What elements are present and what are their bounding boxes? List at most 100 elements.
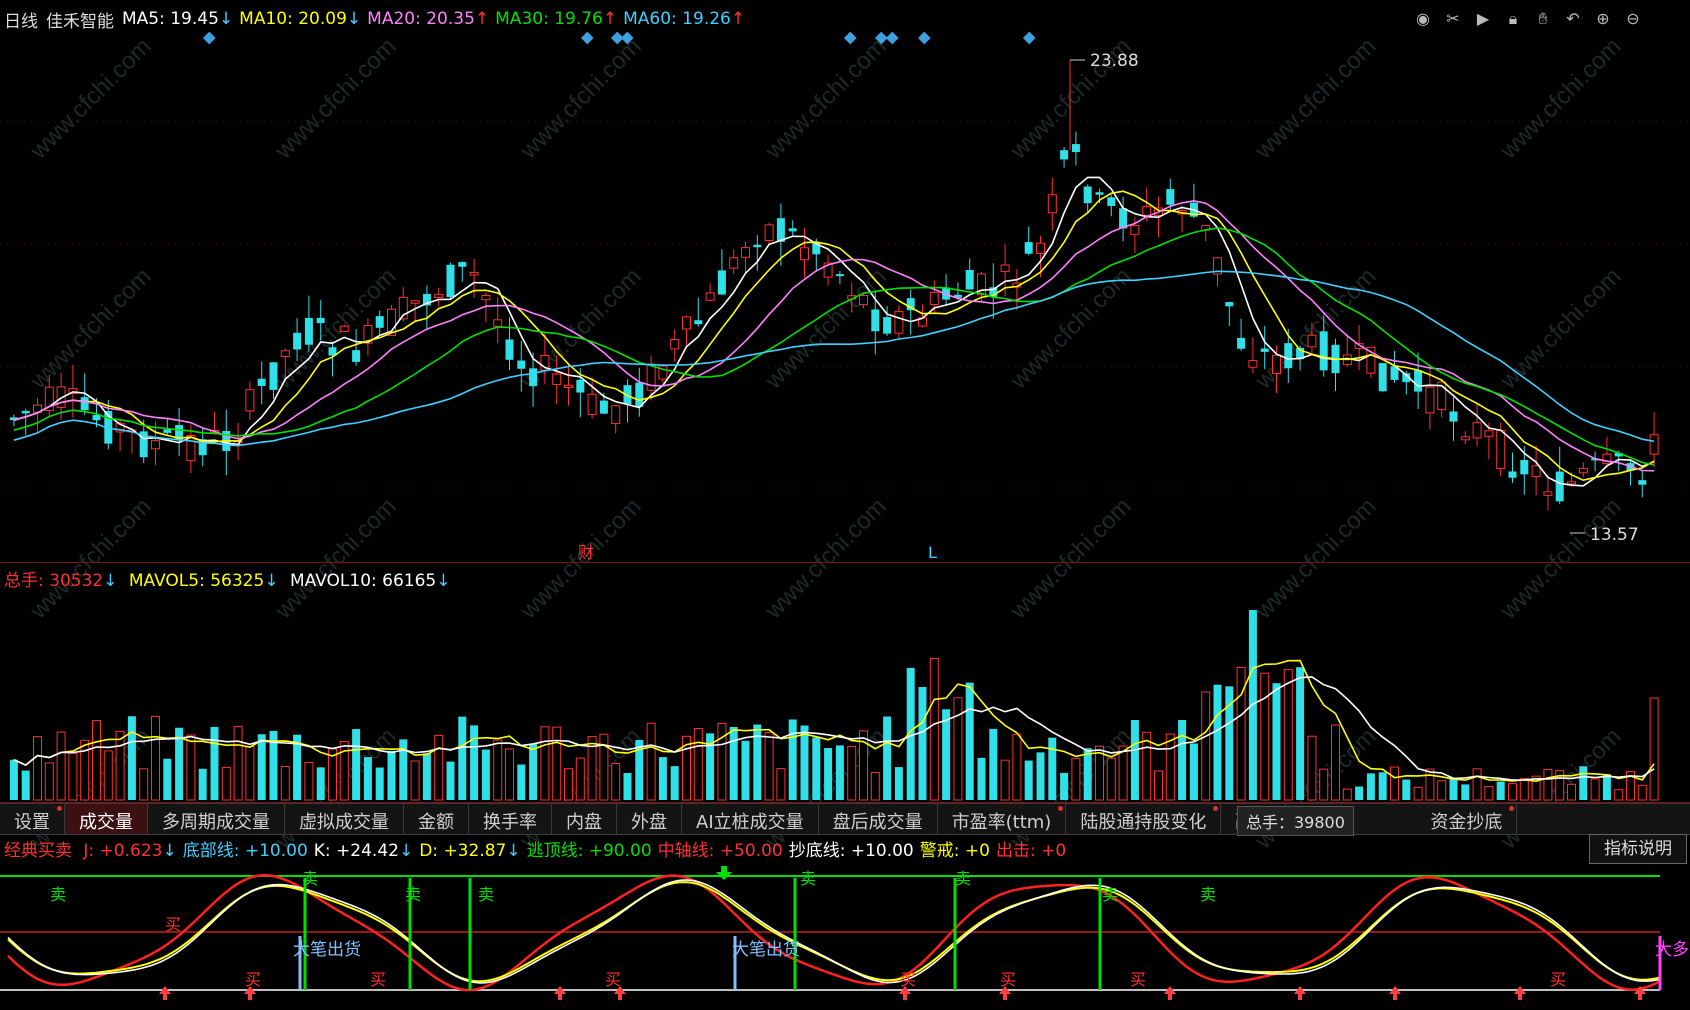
candle-body (1649, 434, 1659, 455)
tab-7[interactable]: 外盘 (617, 804, 682, 834)
indicator-value: 底部线: +10.00 (182, 841, 308, 861)
volume-bar (1283, 669, 1293, 801)
volume-bar (1519, 777, 1529, 801)
sell-label: 卖 (478, 885, 494, 904)
candle-body (80, 397, 89, 411)
volume-bar (623, 773, 632, 800)
indicator-value: 出击: +0 (995, 841, 1067, 861)
volume-bar (1579, 766, 1588, 800)
candle-body (1578, 467, 1588, 474)
indicator-value: 警戒: +0 (919, 841, 990, 861)
candle-body (151, 440, 160, 450)
buy-label: 买 (1130, 970, 1146, 989)
watermark-text: www.cfchi.com (24, 33, 156, 165)
sell-label: 卖 (50, 885, 66, 904)
volume-bar (977, 757, 986, 800)
candle-body (469, 271, 479, 276)
buy-label: 买 (245, 970, 261, 989)
tab-4[interactable]: 金额 (404, 804, 469, 834)
candle-body (753, 244, 762, 248)
watermark-text: www.cfchi.com (1494, 493, 1626, 625)
tab-label: 金额 (418, 812, 454, 833)
buy-arrow-icon (1389, 986, 1401, 1000)
volume-bar (280, 766, 290, 801)
watermark-text: www.cfchi.com (1249, 493, 1381, 625)
volume-bar (1165, 733, 1175, 801)
tab-8[interactable]: AI立桩成交量 (682, 804, 819, 834)
volume-bar (470, 725, 479, 800)
mavol10-label: MAVOL10: (289, 571, 377, 591)
tab-9[interactable]: 盘后成交量 (819, 804, 938, 834)
candle-body (434, 293, 444, 298)
volume-bar (316, 767, 325, 800)
total-label: 总手: (4, 571, 44, 591)
volume-bar (1319, 768, 1329, 801)
candle-body (446, 264, 455, 297)
volume-bar (776, 768, 786, 801)
candle-body (517, 360, 526, 369)
volume-bar (800, 725, 809, 800)
candle-body (1272, 354, 1281, 374)
candle-body (929, 291, 939, 306)
volume-bar (139, 768, 149, 801)
volume-bar (894, 767, 903, 800)
mavol5-value: 56325 (210, 571, 265, 591)
tab-alert-dot (1509, 806, 1515, 811)
tab-3[interactable]: 虚拟成交量 (285, 804, 404, 834)
tab-6[interactable]: 内盘 (552, 804, 617, 834)
indicator-value: J: +0.623↓ (83, 841, 177, 861)
tab-1[interactable]: 成交量 (65, 804, 148, 834)
indicator-name[interactable]: 经典买卖 (4, 841, 72, 861)
divider-price-volume (0, 562, 1690, 563)
volume-bar (729, 726, 738, 800)
volume-bar (434, 734, 444, 801)
candle-body (1414, 370, 1423, 392)
volume-bar (1413, 786, 1423, 801)
volume-bar (517, 764, 526, 800)
tab-10[interactable]: 市盈率(ttm) (938, 804, 1067, 834)
indicator-value: 中轴线: +50.00 (657, 841, 783, 861)
watermark-text: www.cfchi.com (759, 33, 891, 165)
volume-bar (764, 732, 774, 801)
indicator-value: 抄底线: +10.00 (788, 841, 914, 861)
candle-body (1107, 197, 1116, 206)
volume-bar (1437, 780, 1447, 801)
volume-bar (965, 682, 974, 800)
candle-body (599, 400, 608, 414)
finance-marker: 财 (578, 543, 594, 562)
volume-bar (210, 726, 219, 800)
volume-bar (1296, 667, 1305, 800)
tab-2[interactable]: 多周期成交量 (148, 804, 285, 834)
candle-body (635, 382, 644, 407)
indicator-help-button[interactable]: 指标说明 (1589, 834, 1687, 864)
volume-bar (1272, 683, 1281, 800)
watermark-text: www.cfchi.com (269, 33, 401, 165)
watermark-text: www.cfchi.com (1494, 263, 1626, 395)
tab-label: 多周期成交量 (162, 812, 270, 833)
volume-bar (1260, 672, 1270, 801)
candle-body (1260, 348, 1269, 352)
tab-11[interactable]: 陆股通持股变化 (1066, 804, 1222, 834)
volume-bar (387, 750, 396, 800)
volume-bar (918, 687, 927, 800)
volume-bar (942, 709, 951, 800)
candle-body (835, 274, 844, 277)
volume-bar (693, 728, 703, 801)
candle-body (1378, 363, 1387, 392)
tab-14[interactable]: 资金抄底 (1416, 804, 1518, 834)
tab-label: 市盈率(ttm) (951, 812, 1052, 833)
tab-label: 内盘 (566, 812, 602, 833)
candle-body (245, 389, 255, 412)
candle-body (1496, 430, 1506, 469)
tab-5[interactable]: 换手率 (469, 804, 552, 834)
tab-0[interactable]: 设置 (0, 804, 65, 834)
volume-bar (245, 745, 255, 801)
candle-body (764, 224, 774, 242)
candle-body (1567, 481, 1576, 485)
volume-bar (352, 729, 361, 800)
volume-bar (835, 745, 844, 800)
candle-body (705, 292, 715, 301)
sell-label: 卖 (800, 869, 816, 888)
candle-body (1555, 471, 1564, 502)
volume-header: 总手: 30532↓ MAVOL5: 56325↓ MAVOL10: 66165… (4, 566, 451, 591)
